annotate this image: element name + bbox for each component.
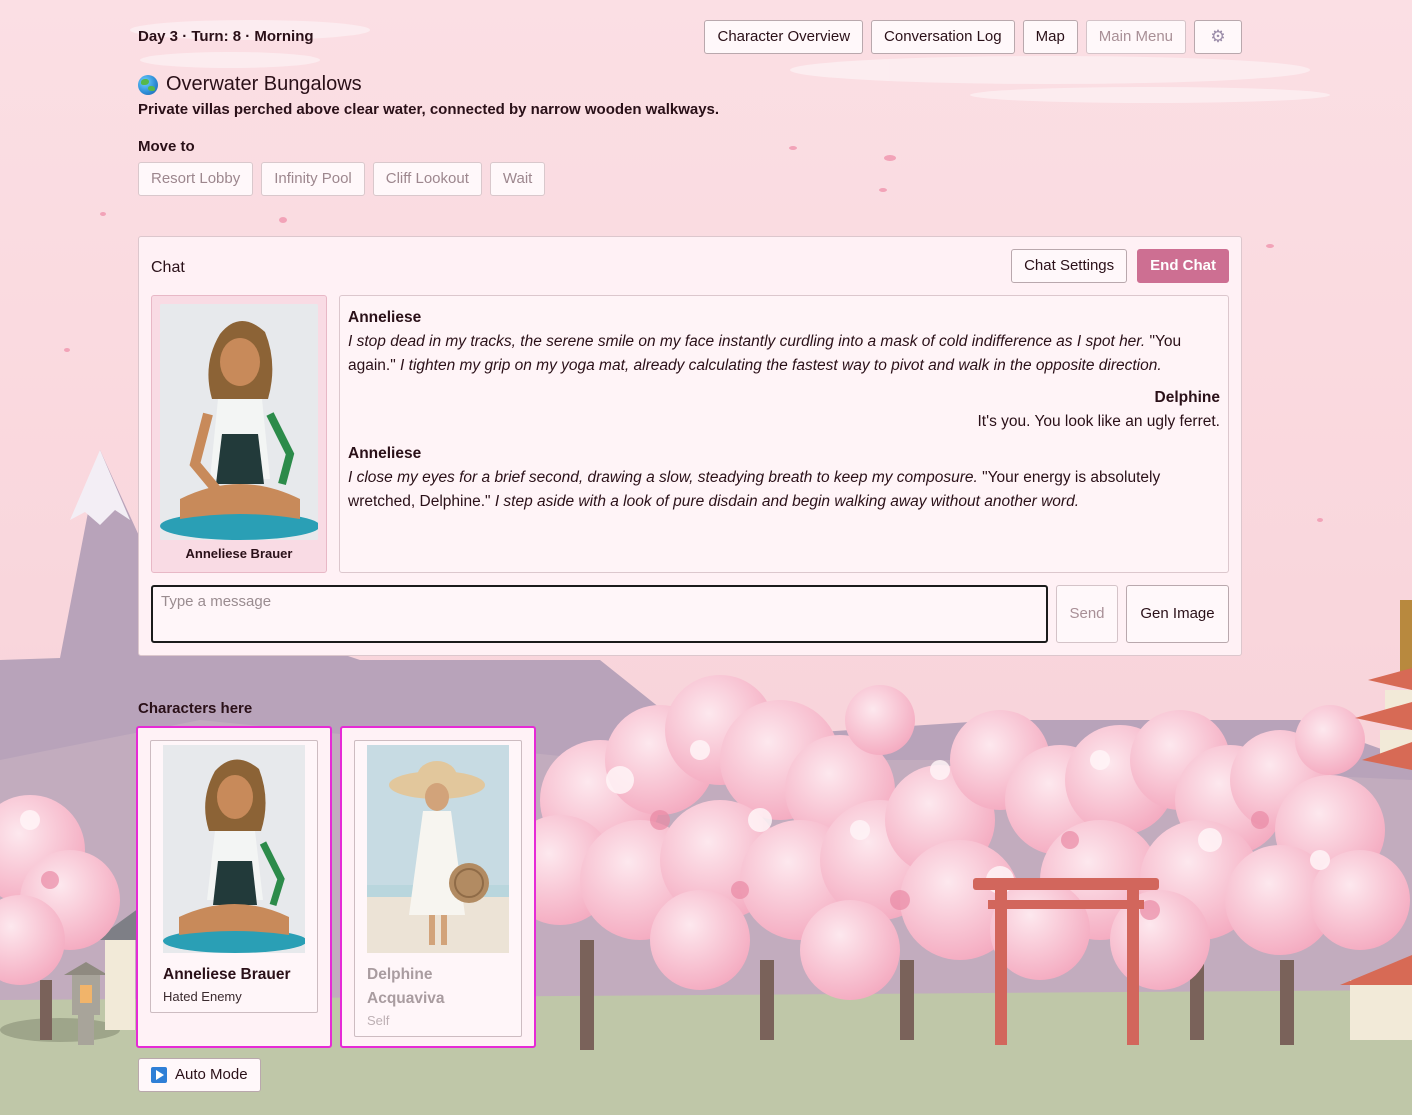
character-name: Anneliese Brauer [163,966,291,983]
character-card[interactable]: Delphine Acquaviva Self [354,740,522,1037]
main-menu-button[interactable]: Main Menu [1085,20,1186,54]
character-slot-anneliese[interactable]: Anneliese Brauer Hated Enemy [136,726,332,1048]
chat-message: Anneliese I close my eyes for a brief se… [348,442,1220,514]
chat-input-row: Send Gen Image [151,585,1229,643]
map-button[interactable]: Map [1022,20,1078,54]
chat-panel: Chat Chat Settings End Chat Anneliese Br… [138,236,1242,656]
message-speaker: Anneliese [348,445,422,462]
chat-message: Delphine It's you. You look like an ugly… [348,386,1221,434]
move-to-label: Move to [138,138,195,155]
auto-mode-label: Auto Mode [175,1066,248,1083]
location-title: Overwater Bungalows [138,73,362,96]
message-body: It's you. You look like an ugly ferret. [977,413,1221,430]
message-body: I stop dead in my tracks, the serene smi… [348,333,1182,374]
send-button[interactable]: Send [1056,585,1118,643]
message-speaker: Anneliese [348,309,422,326]
auto-mode-button[interactable]: Auto Mode [138,1058,261,1092]
character-card[interactable]: Anneliese Brauer Hated Enemy [150,740,318,1013]
chat-title: Chat [151,259,185,276]
play-icon [151,1067,167,1083]
move-options: Resort Lobby Infinity Pool Cliff Lookout… [138,162,546,196]
character-overview-button[interactable]: Character Overview [704,20,864,54]
portrait-caption: Anneliese Brauer [185,546,293,561]
character-relationship: Self [367,1013,390,1028]
chat-log[interactable]: Anneliese I stop dead in my tracks, the … [339,295,1229,573]
message-speaker: Delphine [1154,389,1220,406]
top-navigation: Character Overview Conversation Log Map … [704,20,1242,54]
globe-icon [138,74,158,95]
location-name: Overwater Bungalows [166,73,362,95]
message-input[interactable] [151,585,1048,643]
location-description: Private villas perched above clear water… [138,101,720,118]
conversation-log-button[interactable]: Conversation Log [871,20,1015,54]
move-cliff-lookout-button[interactable]: Cliff Lookout [372,162,482,196]
gear-icon: ⚙ [1210,27,1226,46]
anneliese-portrait-image [160,304,318,540]
chat-message: Anneliese I stop dead in my tracks, the … [348,306,1220,378]
characters-here-label: Characters here [138,700,253,717]
character-relationship: Hated Enemy [163,989,242,1004]
message-body: I close my eyes for a brief second, draw… [348,469,1161,510]
chat-settings-button[interactable]: Chat Settings [1011,249,1128,283]
move-resort-lobby-button[interactable]: Resort Lobby [138,162,254,196]
move-infinity-pool-button[interactable]: Infinity Pool [261,162,365,196]
character-slot-delphine[interactable]: Delphine Acquaviva Self [340,726,536,1048]
character-name: Delphine Acquaviva [367,966,445,1007]
end-chat-button[interactable]: End Chat [1137,249,1229,283]
day-turn-indicator: Day 3 · Turn: 8 · Morning [138,28,314,45]
settings-button[interactable]: ⚙ [1194,20,1242,54]
delphine-card-image [367,745,509,953]
wait-button[interactable]: Wait [489,162,546,196]
anneliese-card-image [163,745,305,953]
chat-actions: Chat Settings End Chat [1011,249,1229,283]
gen-image-button[interactable]: Gen Image [1126,585,1229,643]
chat-partner-portrait: Anneliese Brauer [151,295,327,573]
